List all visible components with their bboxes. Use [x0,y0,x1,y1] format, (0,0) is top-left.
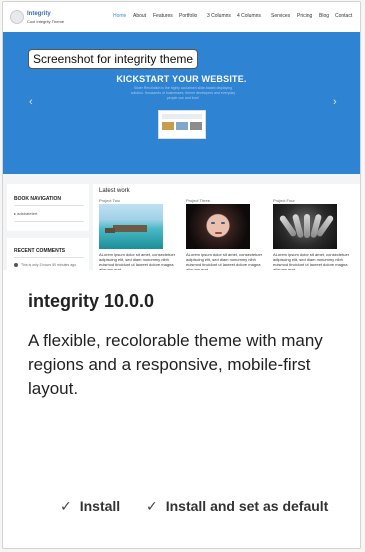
theme-description: A flexible, recolorable theme with many … [28,331,323,398]
theme-name: integrity 10.0.0 [28,291,155,311]
project-text: ALorem ipsum dolor sit amet, consectetue… [186,252,263,270]
theme-card: Integrity Cool Integrity Theme Home Abou… [2,1,361,549]
screenshot-caption: Screenshot for integrity theme [28,49,199,69]
nav-item-pricing: Pricing [297,13,313,19]
nav-item-home: Home [113,13,127,19]
project-title: Project Two [99,198,120,203]
book-navigation-title: BOOK NAVIGATION [14,196,62,202]
latest-work-block: Latest work Project Two ALorem ipsum dol… [93,184,360,270]
nav-item-portfolio: Portfolio [179,13,198,19]
nav-item-4-columns: 4 Columns [237,13,261,19]
checkmark-icon: ✓ [60,498,72,514]
site-name: Integrity [27,11,51,17]
project-text: ALorem ipsum dolor sit amet, consectetue… [273,252,350,270]
checkmark-icon: ✓ [146,498,158,514]
site-slogan: Cool Integrity Theme [27,19,65,24]
nav-item-features: Features [153,13,173,19]
chevron-right-icon: › [333,96,337,108]
recent-comment: This is only 3 hours 50 minutes ago [14,263,76,268]
site-logo-icon [10,10,24,24]
nav-item-services: Services [271,13,291,19]
nav-item-contact: Contact [335,13,353,19]
install-and-set-default-link[interactable]: ✓ Install and set as default [146,498,328,515]
project-title: Project Three [186,198,210,203]
book-navigation-block: BOOK NAVIGATION ▸ adstratetert [7,184,89,231]
chevron-left-icon: ‹ [29,96,33,108]
recent-comments-title: RECENT COMMENTS [14,248,66,254]
project-title: Project Four [273,198,295,203]
hero-preview-image [158,110,206,139]
project-card: Project Two ALorem ipsum dolor sit amet,… [99,198,175,270]
hero-text: Slider Revolution is the highly acclaime… [130,86,236,100]
recent-comments-block: RECENT COMMENTS This is only 3 hours 50 … [7,238,89,270]
project-card: Project Three ALorem ipsum dolor sit ame… [186,198,262,270]
project-text: ALorem ipsum dolor sit amet, consectetue… [99,252,176,270]
screenshot-content: BOOK NAVIGATION ▸ adstratetert RECENT CO… [3,174,360,270]
avatar-icon [14,263,18,268]
project-image [273,204,337,249]
hero-title: KICKSTART YOUR WEBSITE. [116,74,247,84]
nav-item-3-columns: 3 Columns [207,13,231,19]
screenshot-hero-slider: Screenshot for integrity theme KICKSTART… [3,32,360,174]
nav-item-blog: Blog [319,13,330,19]
book-navigation-link: ▸ adstratetert [14,211,38,216]
project-image [99,204,163,249]
nav-item-about: About [133,13,147,19]
project-image [186,204,250,249]
theme-screenshot: Integrity Cool Integrity Theme Home Abou… [3,2,360,270]
screenshot-site-header: Integrity Cool Integrity Theme Home Abou… [3,2,360,32]
latest-work-title: Latest work [99,188,130,194]
project-card: Project Four ALorem ipsum dolor sit amet… [273,198,349,270]
install-link[interactable]: ✓ Install [60,498,120,515]
